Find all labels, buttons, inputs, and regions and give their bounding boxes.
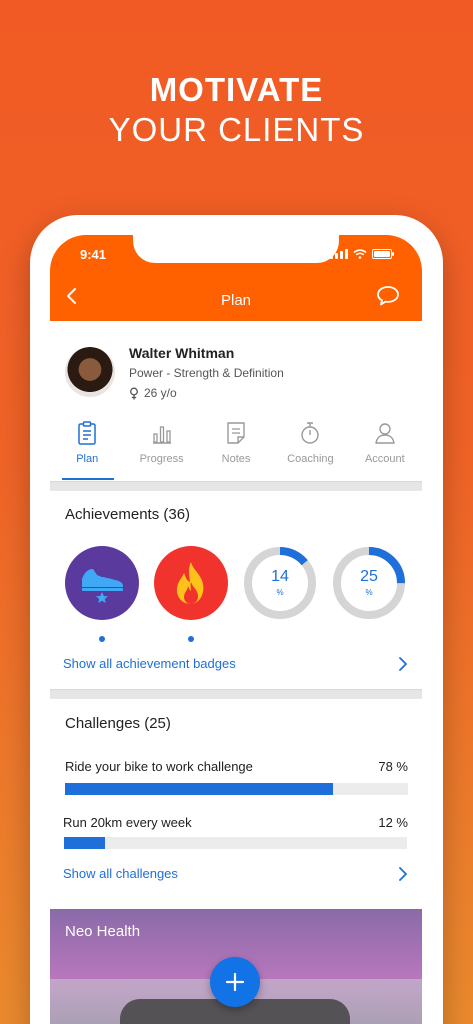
badge-progress-25[interactable]: 25 % bbox=[332, 546, 406, 620]
tab-bar: Plan Progress Notes Coaching Account bbox=[50, 415, 422, 481]
badge-sneaker[interactable] bbox=[65, 546, 139, 642]
tab-coaching[interactable]: Coaching bbox=[273, 415, 347, 481]
progress-value: 25 bbox=[360, 568, 378, 585]
user-icon bbox=[375, 423, 395, 444]
progress-value: 14 bbox=[271, 568, 289, 585]
tab-account-label: Account bbox=[364, 453, 405, 465]
achievements-title: Achievements (36) bbox=[65, 506, 191, 523]
avatar bbox=[65, 347, 115, 397]
status-time: 9:41 bbox=[80, 247, 107, 262]
plus-icon bbox=[225, 972, 245, 992]
show-all-challenges-label: Show all challenges bbox=[63, 866, 178, 881]
show-all-badges-link[interactable]: Show all achievement badges bbox=[63, 656, 408, 671]
nav-title: Plan bbox=[220, 292, 252, 309]
challenge-progress-fill bbox=[65, 783, 333, 795]
section-divider bbox=[50, 689, 422, 699]
challenge-progress-bar bbox=[65, 783, 408, 795]
notes-icon bbox=[227, 422, 245, 444]
tab-notes[interactable]: Notes bbox=[199, 415, 273, 481]
progress-ring-label: 25 % bbox=[332, 568, 406, 597]
bar-chart-icon bbox=[152, 426, 171, 444]
progress-unit: % bbox=[365, 588, 373, 597]
clipboard-icon bbox=[78, 421, 96, 445]
chevron-right-icon bbox=[399, 656, 407, 671]
challenge-percent: 12 % bbox=[378, 815, 408, 830]
app-screen: 9:41 Plan Walter Whitman Power - Strengt… bbox=[50, 235, 422, 1024]
badge-indicator bbox=[99, 636, 105, 642]
challenge-percent: 78 % bbox=[378, 759, 408, 774]
headline: MOTIVATE YOUR CLIENTS bbox=[0, 70, 473, 150]
battery-icon bbox=[372, 249, 394, 259]
challenge-progress-bar bbox=[64, 837, 407, 849]
achievement-badges: 14 % 25 % bbox=[65, 546, 406, 642]
badge-indicator bbox=[188, 636, 194, 642]
badge-progress-14[interactable]: 14 % bbox=[243, 546, 317, 620]
wifi-icon bbox=[353, 249, 367, 259]
chevron-right-icon bbox=[399, 866, 407, 881]
tab-progress[interactable]: Progress bbox=[124, 415, 198, 481]
client-age-text: 26 y/o bbox=[144, 386, 177, 400]
stopwatch-icon bbox=[301, 422, 320, 444]
gender-icon bbox=[130, 387, 138, 399]
show-all-badges-label: Show all achievement badges bbox=[63, 656, 236, 671]
status-icons bbox=[330, 249, 394, 259]
tab-plan[interactable]: Plan bbox=[50, 415, 124, 481]
progress-unit: % bbox=[276, 588, 284, 597]
client-age: 26 y/o bbox=[129, 386, 177, 400]
phone-notch bbox=[133, 235, 339, 263]
tab-progress-label: Progress bbox=[139, 453, 184, 465]
card-title: Neo Health bbox=[65, 923, 141, 940]
client-program: Power - Strength & Definition bbox=[129, 366, 284, 380]
progress-ring-label: 14 % bbox=[243, 568, 317, 597]
flame-icon bbox=[176, 562, 204, 604]
top-bar: 9:41 Plan bbox=[50, 235, 422, 321]
challenge-name: Run 20km every week bbox=[63, 815, 192, 830]
challenge-progress-fill bbox=[64, 837, 106, 849]
tab-account[interactable]: Account bbox=[348, 415, 422, 481]
show-all-challenges-link[interactable]: Show all challenges bbox=[63, 866, 408, 881]
challenges-title: Challenges (25) bbox=[65, 715, 171, 732]
tab-plan-label: Plan bbox=[76, 453, 99, 465]
tab-notes-label: Notes bbox=[221, 453, 251, 465]
badge-flame[interactable] bbox=[154, 546, 228, 642]
section-divider bbox=[50, 481, 422, 491]
tab-coaching-label: Coaching bbox=[287, 453, 334, 465]
signal-icon bbox=[330, 249, 348, 259]
headline-line1: MOTIVATE bbox=[149, 71, 324, 108]
chat-icon[interactable] bbox=[376, 285, 400, 307]
client-name: Walter Whitman bbox=[129, 345, 235, 361]
challenge-name: Ride your bike to work challenge bbox=[65, 759, 253, 774]
sneaker-star-icon bbox=[82, 569, 123, 603]
headline-line2: YOUR CLIENTS bbox=[108, 111, 365, 148]
add-button[interactable] bbox=[210, 957, 260, 1007]
